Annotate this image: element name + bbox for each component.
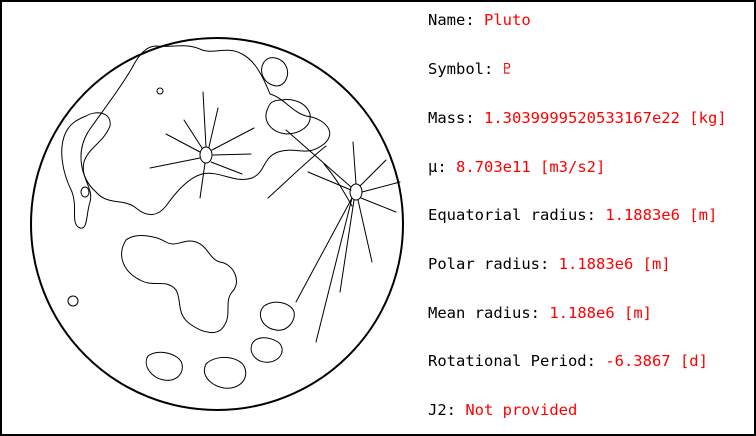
property-row-name: Name: Pluto bbox=[428, 10, 531, 30]
property-value: ♇ bbox=[502, 60, 512, 78]
property-label: Polar radius: bbox=[428, 255, 559, 273]
property-value: Pluto bbox=[484, 11, 531, 29]
property-label: Symbol: bbox=[428, 60, 503, 78]
property-label: J2: bbox=[428, 401, 466, 419]
property-value: 1.188e6 [m] bbox=[549, 304, 652, 322]
property-value: Not provided bbox=[465, 401, 578, 419]
property-value: 8.703e11 [m3/s2] bbox=[456, 158, 606, 176]
property-label: Name: bbox=[428, 11, 484, 29]
property-label: Rotational Period: bbox=[428, 352, 606, 370]
property-label: Mean radius: bbox=[428, 304, 550, 322]
moon-sketch-icon bbox=[30, 37, 404, 411]
property-value: 1.1883e6 [m] bbox=[558, 255, 671, 273]
property-value: -6.3867 [d] bbox=[605, 352, 708, 370]
property-row-j2: J2: Not provided bbox=[428, 400, 577, 420]
property-label: μ: bbox=[428, 158, 456, 176]
property-label: Mass: bbox=[428, 109, 484, 127]
property-row-polar-radius: Polar radius: 1.1883e6 [m] bbox=[428, 254, 671, 274]
property-row-symbol: Symbol: ♇ bbox=[428, 59, 512, 79]
property-row-mu: μ: 8.703e11 [m3/s2] bbox=[428, 157, 605, 177]
property-value: 1.1883e6 [m] bbox=[605, 206, 718, 224]
property-row-mean-radius: Mean radius: 1.188e6 [m] bbox=[428, 303, 652, 323]
property-row-rotational-period: Rotational Period: -6.3867 [d] bbox=[428, 351, 708, 371]
body-info-panel: Name: Pluto Symbol: ♇ Mass: 1.3039999520… bbox=[0, 0, 756, 436]
property-label: Equatorial radius: bbox=[428, 206, 606, 224]
property-row-equatorial-radius: Equatorial radius: 1.1883e6 [m] bbox=[428, 205, 717, 225]
property-value: 1.3039999520533167e22 [kg] bbox=[484, 109, 727, 127]
property-row-mass: Mass: 1.3039999520533167e22 [kg] bbox=[428, 108, 727, 128]
